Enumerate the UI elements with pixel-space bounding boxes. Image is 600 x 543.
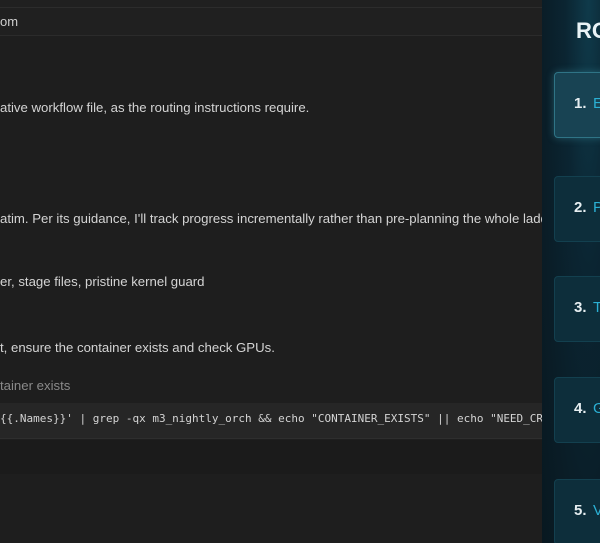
- step-5[interactable]: 5. V: [554, 479, 600, 543]
- step-4-number: 4.: [574, 400, 587, 417]
- message-line-4: t, ensure the container exists and check…: [0, 340, 275, 355]
- step-4[interactable]: 4. G: [554, 377, 600, 443]
- step-1-label: E: [593, 95, 600, 112]
- step-5-number: 5.: [574, 502, 587, 519]
- step-3-label: T: [593, 299, 600, 316]
- chat-title-bar: om: [0, 0, 542, 36]
- command-text: {{.Names}}' | grep -qx m3_nightly_orch &…: [0, 412, 542, 425]
- step-2-label: P: [593, 199, 600, 216]
- routing-steps-panel: RO 1. E 2. P 3. T 4. G 5. V: [542, 0, 600, 543]
- code-divider: [0, 438, 542, 439]
- message-line-1: ative workflow file, as the routing inst…: [0, 100, 310, 115]
- tool-output-area: [0, 440, 542, 474]
- step-2[interactable]: 2. P: [554, 176, 600, 242]
- step-1-number: 1.: [574, 95, 587, 112]
- step-2-number: 2.: [574, 199, 587, 216]
- command-code-block[interactable]: {{.Names}}' | grep -qx m3_nightly_orch &…: [0, 403, 542, 439]
- chat-transcript[interactable]: ative workflow file, as the routing inst…: [0, 36, 542, 543]
- step-3[interactable]: 3. T: [554, 276, 600, 342]
- panel-heading: RO: [576, 18, 600, 43]
- message-line-3: er, stage files, pristine kernel guard: [0, 274, 205, 289]
- step-5-label: V: [593, 502, 600, 519]
- step-4-label: G: [593, 400, 600, 417]
- message-line-2: atim. Per its guidance, I'll track progr…: [0, 211, 542, 226]
- chat-title: om: [0, 14, 19, 29]
- step-1[interactable]: 1. E: [554, 72, 600, 138]
- title-bar-divider: [0, 7, 542, 8]
- step-3-number: 3.: [574, 299, 587, 316]
- tool-call-label[interactable]: tainer exists: [0, 377, 70, 395]
